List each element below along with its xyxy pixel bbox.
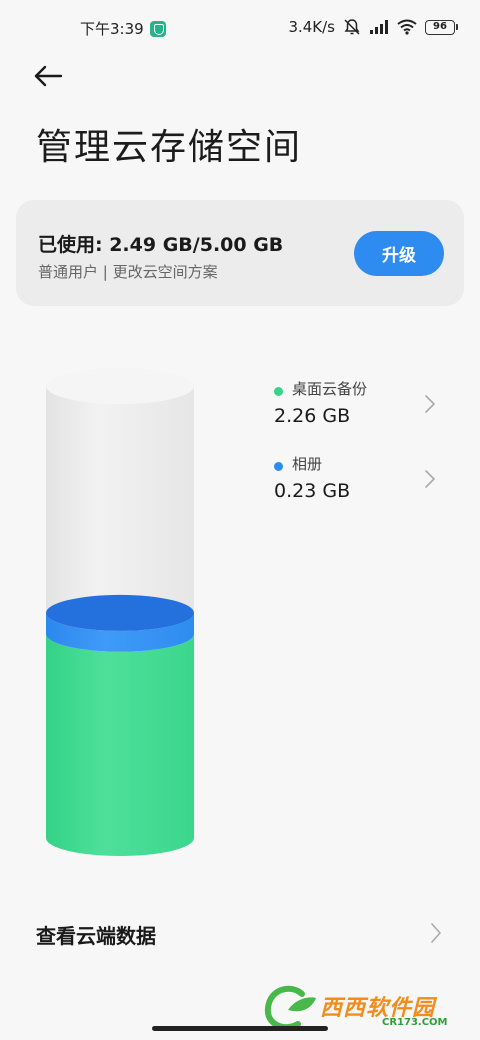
blue-dot-icon — [274, 462, 283, 471]
green-dot-icon — [274, 387, 283, 396]
legend-value: 2.26 GB — [274, 405, 351, 427]
upgrade-button[interactable]: 升级 — [354, 231, 444, 276]
wifi-icon — [397, 19, 417, 35]
mute-icon — [344, 19, 360, 35]
legend-item-photos[interactable]: 相册 0.23 GB — [272, 453, 452, 513]
status-bar: 下午3:39 3.4K/s 96 — [0, 0, 480, 56]
leaf-logo-icon — [264, 985, 316, 1031]
view-cloud-data-label: 查看云端数据 — [36, 924, 156, 948]
back-arrow-icon — [34, 65, 63, 87]
storage-cylinder — [46, 368, 194, 856]
chevron-right-icon — [425, 470, 435, 488]
page-title: 管理云存储空间 — [36, 127, 303, 168]
battery-tip — [456, 24, 458, 30]
home-indicator[interactable] — [152, 1026, 328, 1031]
status-left: 下午3:39 — [80, 18, 166, 39]
battery-icon: 96 — [425, 19, 458, 35]
cylinder-top — [46, 368, 194, 404]
legend-label: 桌面云备份 — [292, 380, 368, 398]
battery-level: 96 — [425, 19, 455, 35]
legend-label: 相册 — [292, 455, 323, 473]
desktop-backup-segment — [46, 633, 194, 856]
legend-item-desktop-backup[interactable]: 桌面云备份 2.26 GB — [272, 378, 452, 438]
status-time: 下午3:39 — [80, 20, 144, 38]
change-plan-link[interactable]: 普通用户 | 更改云空间方案 — [38, 261, 218, 282]
chevron-right-icon — [425, 395, 435, 413]
back-button[interactable] — [30, 60, 66, 92]
signal-icon — [370, 20, 388, 34]
status-right: 3.4K/s 96 — [288, 18, 458, 36]
watermark-subtext: CR173.COM — [382, 1017, 448, 1028]
chevron-right-icon — [431, 923, 441, 943]
shield-icon — [149, 20, 166, 37]
usage-card: 已使用: 2.49 GB/5.00 GB 普通用户 | 更改云空间方案 升级 — [16, 200, 464, 306]
legend-value: 0.23 GB — [274, 480, 351, 502]
fill-top-surface — [46, 594, 194, 631]
view-cloud-data-row[interactable]: 查看云端数据 — [0, 904, 480, 962]
network-speed: 3.4K/s — [288, 18, 335, 36]
usage-summary: 已使用: 2.49 GB/5.00 GB — [38, 234, 284, 256]
